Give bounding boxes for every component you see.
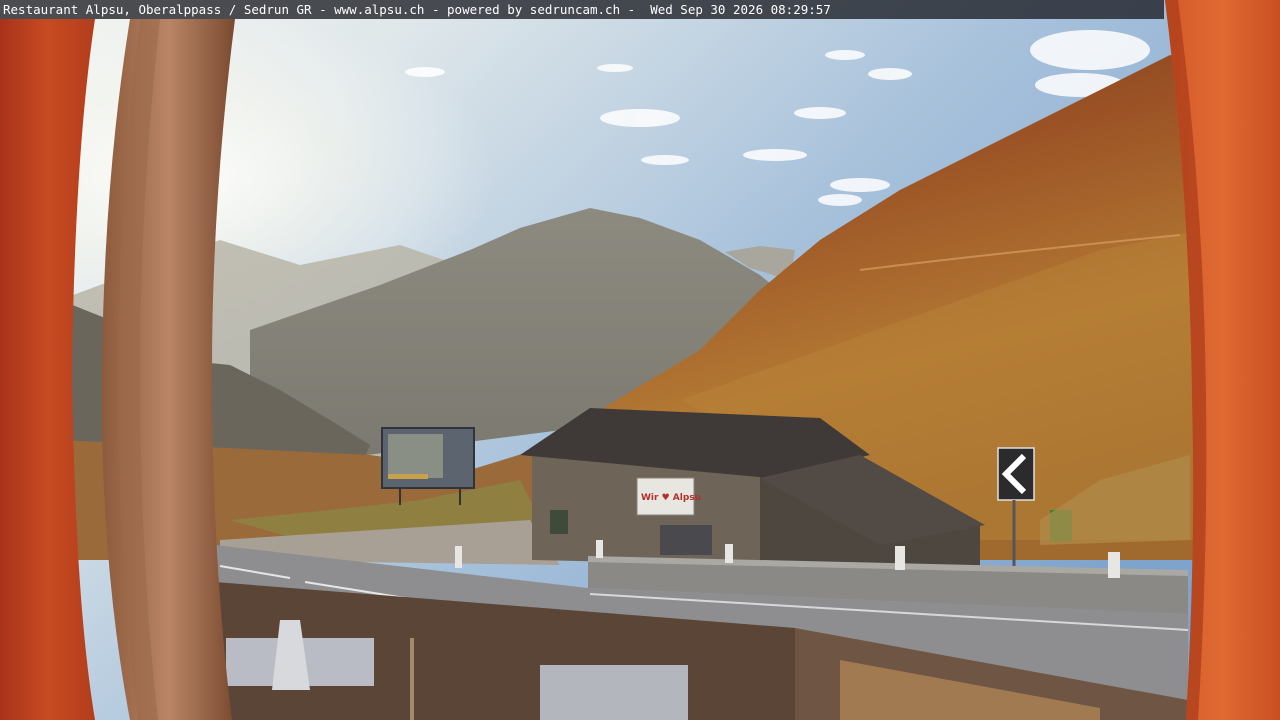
hut-door	[660, 525, 712, 555]
terrace-table	[540, 665, 688, 720]
billboard-stripe	[388, 474, 428, 479]
hut-sign-text: Wir ♥ Alpsu	[641, 493, 701, 503]
billboard-panel	[388, 434, 443, 478]
webcam-caption: Restaurant Alpsu, Oberalppass / Sedrun G…	[3, 2, 831, 17]
hut-window	[550, 510, 568, 534]
webcam-scene: Wir ♥ Alpsu	[0, 0, 1280, 720]
webcam-caption-bar: Restaurant Alpsu, Oberalppass / Sedrun G…	[0, 0, 1164, 19]
